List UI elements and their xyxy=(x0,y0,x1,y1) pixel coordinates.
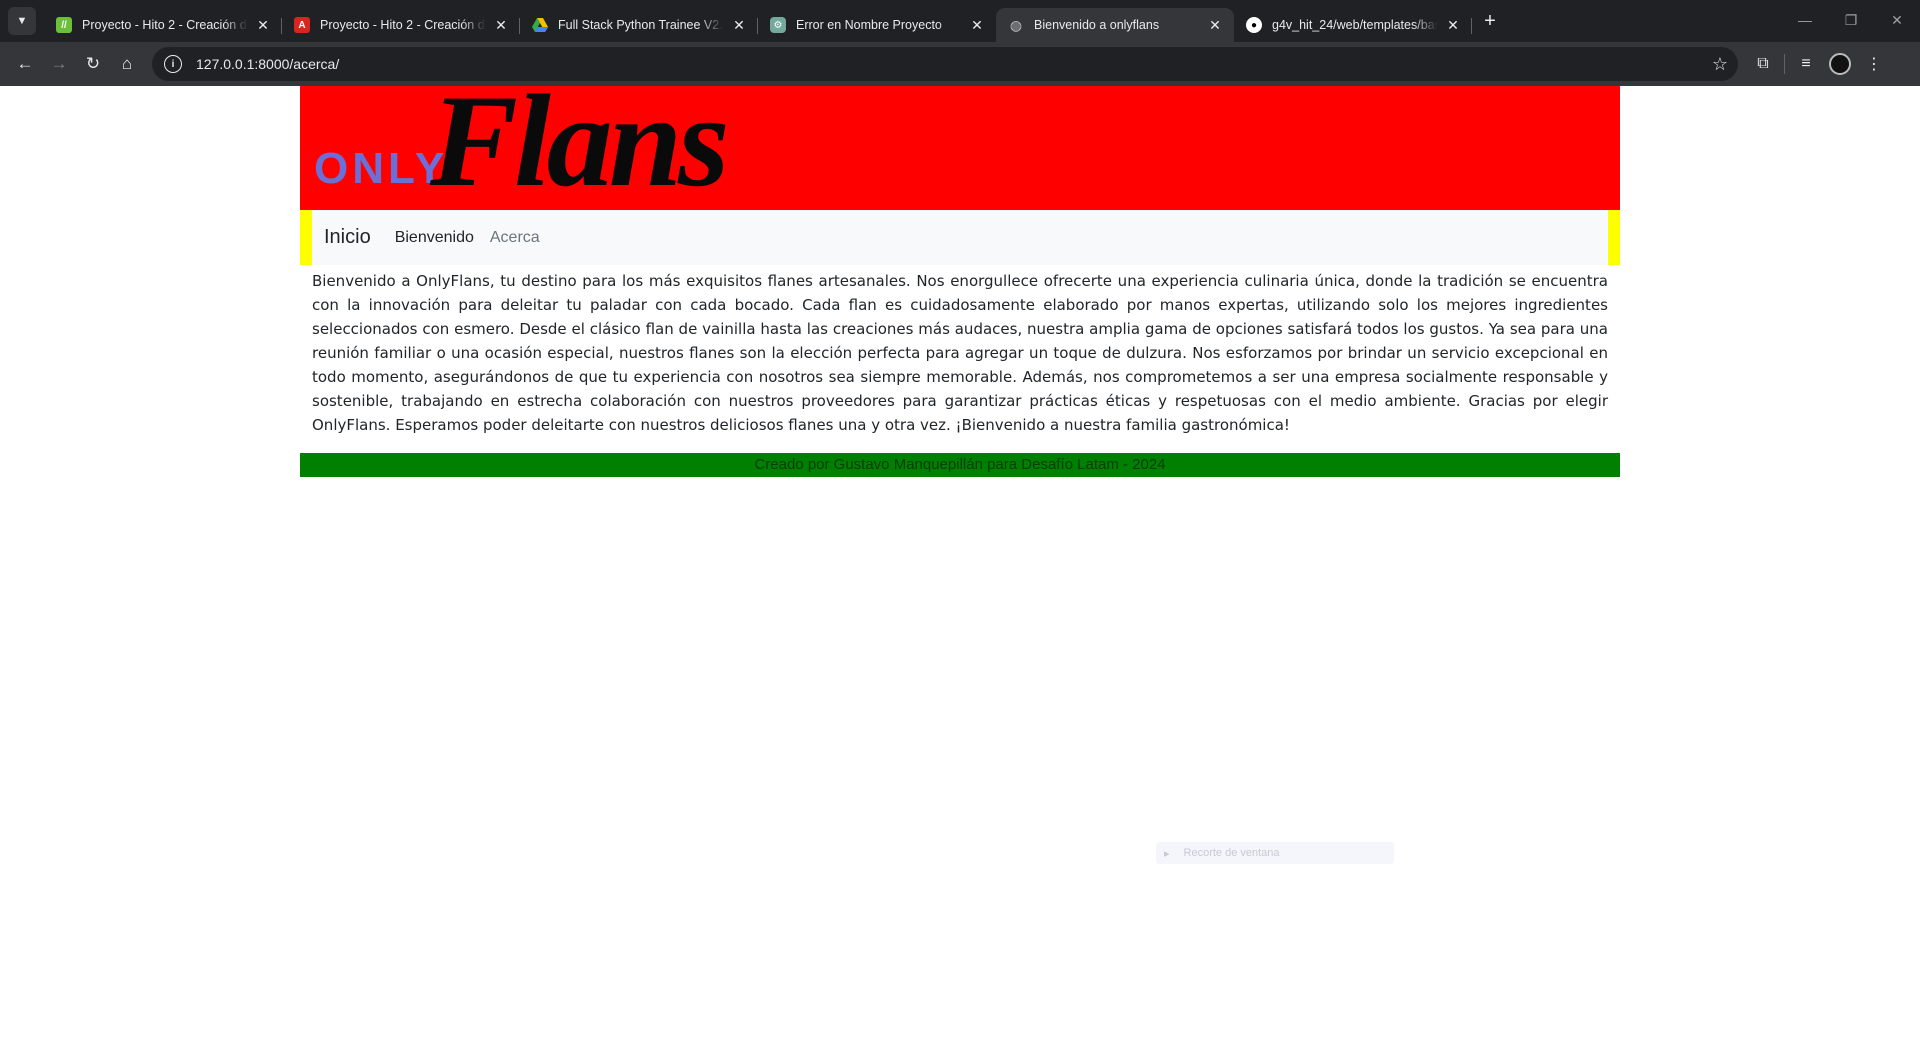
new-tab-button[interactable]: + xyxy=(1476,7,1504,35)
github-icon: ● xyxy=(1246,17,1262,33)
tab-search-button[interactable]: ▼ xyxy=(8,7,36,35)
tab-2[interactable]: A Proyecto - Hito 2 - Creación de ✕ xyxy=(282,8,520,42)
extensions-button[interactable]: ⧉ xyxy=(1746,47,1780,81)
minimize-icon[interactable]: — xyxy=(1782,0,1828,40)
pdf-icon: A xyxy=(294,17,310,33)
browser-toolbar: ← → ↻ ⌂ i 127.0.0.1:8000/acerca/ ☆ ⧉ ≡ ⋮ xyxy=(0,42,1920,86)
tab-title: Full Stack Python Trainee V2.0 ( xyxy=(558,18,724,32)
scissors-icon: ▸ xyxy=(1164,847,1170,860)
close-icon[interactable]: ✕ xyxy=(254,16,272,34)
site-navbar: Inicio Bienvenido Acerca xyxy=(300,210,1620,265)
close-icon[interactable]: ✕ xyxy=(1444,16,1462,34)
window-controls: — ❐ ✕ xyxy=(1782,0,1920,40)
back-button[interactable]: ← xyxy=(8,47,42,81)
tab-3[interactable]: Full Stack Python Trainee V2.0 ( ✕ xyxy=(520,8,758,42)
page-container: ONLY Flans Inicio Bienvenido Acerca Bien… xyxy=(300,86,1620,477)
tab-1[interactable]: // Proyecto - Hito 2 - Creación de ✕ xyxy=(44,8,282,42)
toolbar-divider xyxy=(1784,54,1785,74)
tabs: // Proyecto - Hito 2 - Creación de ✕ A P… xyxy=(44,0,1472,42)
profile-avatar[interactable] xyxy=(1829,53,1851,75)
media-button[interactable]: ≡ xyxy=(1789,47,1823,81)
tab-title: Bienvenido a onlyflans xyxy=(1034,18,1160,32)
site-info-icon[interactable]: i xyxy=(164,55,182,73)
navbar-brand-inicio[interactable]: Inicio xyxy=(324,226,371,249)
reload-icon: ↻ xyxy=(85,54,101,73)
tab-title: Error en Nombre Proyecto xyxy=(796,18,942,32)
close-icon[interactable]: ✕ xyxy=(730,16,748,34)
chatgpt-icon: ⚙ xyxy=(770,17,786,33)
tab-4[interactable]: ⚙ Error en Nombre Proyecto ✕ xyxy=(758,8,996,42)
kebab-menu-icon: ⋮ xyxy=(1866,56,1882,73)
arrow-left-icon: ← xyxy=(16,54,34,73)
chevron-down-icon: ▼ xyxy=(16,15,28,27)
tab-title: Proyecto - Hito 2 - Creación de xyxy=(320,18,486,32)
reload-button[interactable]: ↻ xyxy=(76,47,110,81)
green-script-icon: // xyxy=(56,17,72,33)
snip-label: Recorte de ventana xyxy=(1183,847,1280,859)
globe-icon: ◍ xyxy=(1009,16,1023,33)
home-button[interactable]: ⌂ xyxy=(110,47,144,81)
toolbar-right: ⧉ ≡ ⋮ xyxy=(1746,47,1891,81)
snip-toast[interactable]: ▸ Recorte de ventana xyxy=(1156,842,1394,864)
logo-flans-text: Flans xyxy=(430,86,729,210)
puzzle-icon: ⧉ xyxy=(1757,55,1769,72)
forward-button[interactable]: → xyxy=(42,47,76,81)
about-paragraph: Bienvenido a OnlyFlans, tu destino para … xyxy=(312,272,1608,434)
close-icon[interactable]: ✕ xyxy=(1206,16,1224,34)
menu-button[interactable]: ⋮ xyxy=(1857,47,1891,81)
nav-link-bienvenido[interactable]: Bienvenido xyxy=(395,229,474,247)
playlist-icon: ≡ xyxy=(1801,55,1811,72)
bookmark-star-icon[interactable]: ☆ xyxy=(1712,54,1728,75)
close-icon[interactable]: ✕ xyxy=(492,16,510,34)
home-icon: ⌂ xyxy=(121,54,133,73)
close-window-icon[interactable]: ✕ xyxy=(1874,0,1920,40)
drive-icon xyxy=(532,17,548,33)
tab-6[interactable]: ● g4v_hit_24/web/templates/base ✕ xyxy=(1234,8,1472,42)
nav-link-acerca[interactable]: Acerca xyxy=(490,229,540,247)
logo-only-text: ONLY xyxy=(314,144,449,193)
header-banner: ONLY Flans xyxy=(300,86,1620,210)
tab-title: g4v_hit_24/web/templates/base xyxy=(1272,18,1438,32)
restore-icon[interactable]: ❐ xyxy=(1828,0,1874,40)
close-icon[interactable]: ✕ xyxy=(968,16,986,34)
tab-5-active[interactable]: ◍ Bienvenido a onlyflans ✕ xyxy=(996,8,1234,42)
url-text[interactable]: 127.0.0.1:8000/acerca/ xyxy=(196,56,1712,72)
site-footer: Creado por Gustavo Manquepillán para Des… xyxy=(300,453,1620,477)
tab-strip: ▼ // Proyecto - Hito 2 - Creación de ✕ A… xyxy=(0,0,1920,42)
tab-title: Proyecto - Hito 2 - Creación de xyxy=(82,18,248,32)
address-bar[interactable]: i 127.0.0.1:8000/acerca/ ☆ xyxy=(152,47,1738,81)
arrow-right-icon: → xyxy=(50,54,68,73)
